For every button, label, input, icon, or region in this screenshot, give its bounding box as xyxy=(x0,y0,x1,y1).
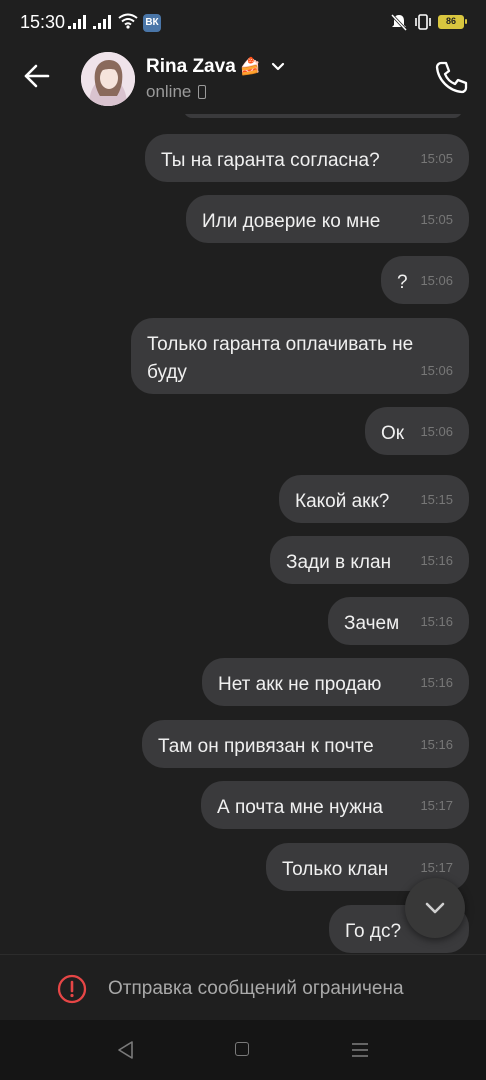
cake-emoji: 🍰 xyxy=(239,57,261,76)
wifi-icon xyxy=(118,13,138,29)
message-text: Нет акк не продаю xyxy=(218,674,382,695)
signal-icon xyxy=(68,15,86,29)
system-nav-bar xyxy=(0,1020,486,1080)
message-bubble[interactable]: Нет акк не продаю 15:16 xyxy=(202,658,469,706)
online-status: online xyxy=(146,82,192,101)
message-time: 15:17 xyxy=(420,798,453,813)
signal-icon xyxy=(93,15,111,29)
mute-icon xyxy=(390,13,408,31)
contact-name-row[interactable]: Rina Zava 🍰 xyxy=(146,56,285,78)
status-time: 15:30 xyxy=(20,12,66,32)
contact-name: Rina Zava xyxy=(146,56,236,77)
message-time: 15:05 xyxy=(420,151,453,166)
message-time: 15:16 xyxy=(420,737,453,752)
message-bubble[interactable]: Зади в клан 15:16 xyxy=(270,536,469,584)
message-bubble[interactable]: Зачем 15:16 xyxy=(328,597,469,645)
message-time: 15:16 xyxy=(420,553,453,568)
nav-home-icon[interactable] xyxy=(235,1042,249,1056)
message-bubble[interactable]: Какой акк? 15:15 xyxy=(279,475,469,523)
back-arrow-icon[interactable] xyxy=(18,58,58,94)
messaging-restricted-bar: Отправка сообщений ограничена xyxy=(0,954,486,1021)
battery-icon: 86 xyxy=(438,15,467,29)
nav-back-icon[interactable] xyxy=(116,1040,136,1060)
scroll-down-button[interactable] xyxy=(405,878,465,938)
message-time: 15:06 xyxy=(420,424,453,439)
message-time: 15:05 xyxy=(420,212,453,227)
contact-status: online xyxy=(146,82,207,102)
chevron-down-icon xyxy=(425,902,445,914)
mobile-device-icon xyxy=(198,85,207,99)
message-bubble[interactable]: А почта мне нужна 15:17 xyxy=(201,781,469,829)
message-text: А почта мне нужна xyxy=(217,797,383,818)
chat-header: Rina Zava 🍰 online xyxy=(0,44,486,114)
message-text: Или доверие ко мне xyxy=(202,211,381,232)
message-text: Там он привязан к почте xyxy=(158,736,374,757)
alert-circle-icon xyxy=(57,974,87,1004)
message-time: 15:15 xyxy=(420,492,453,507)
message-bubble-partial xyxy=(184,114,462,118)
message-time: 15:16 xyxy=(420,614,453,629)
status-bar: 15:30 ВК 86 xyxy=(0,0,486,44)
phone-call-icon[interactable] xyxy=(432,58,470,96)
message-time: 15:06 xyxy=(420,363,453,378)
chevron-down-icon[interactable] xyxy=(271,62,285,72)
avatar[interactable] xyxy=(81,52,135,106)
message-bubble[interactable]: Ты на гаранта согласна? 15:05 xyxy=(145,134,469,182)
restriction-text: Отправка сообщений ограничена xyxy=(108,978,404,999)
message-bubble[interactable]: Ок 15:06 xyxy=(365,407,469,455)
message-list[interactable]: Ты на гаранта согласна? 15:05 Или довери… xyxy=(0,114,486,954)
message-time: 15:06 xyxy=(420,273,453,288)
vk-icon: ВК xyxy=(143,14,161,32)
message-text: Ты на гаранта согласна? xyxy=(161,150,380,171)
message-text: Только гаранта оплачивать не буду xyxy=(147,334,414,383)
message-bubble[interactable]: Там он привязан к почте 15:16 xyxy=(142,720,469,768)
message-bubble[interactable]: Только гаранта оплачивать не буду 15:06 xyxy=(131,318,469,394)
message-bubble[interactable]: ? 15:06 xyxy=(381,256,469,304)
nav-menu-icon[interactable] xyxy=(351,1041,369,1059)
message-bubble[interactable]: Или доверие ко мне 15:05 xyxy=(186,195,469,243)
message-time: 15:16 xyxy=(420,675,453,690)
vibrate-icon xyxy=(415,14,431,30)
